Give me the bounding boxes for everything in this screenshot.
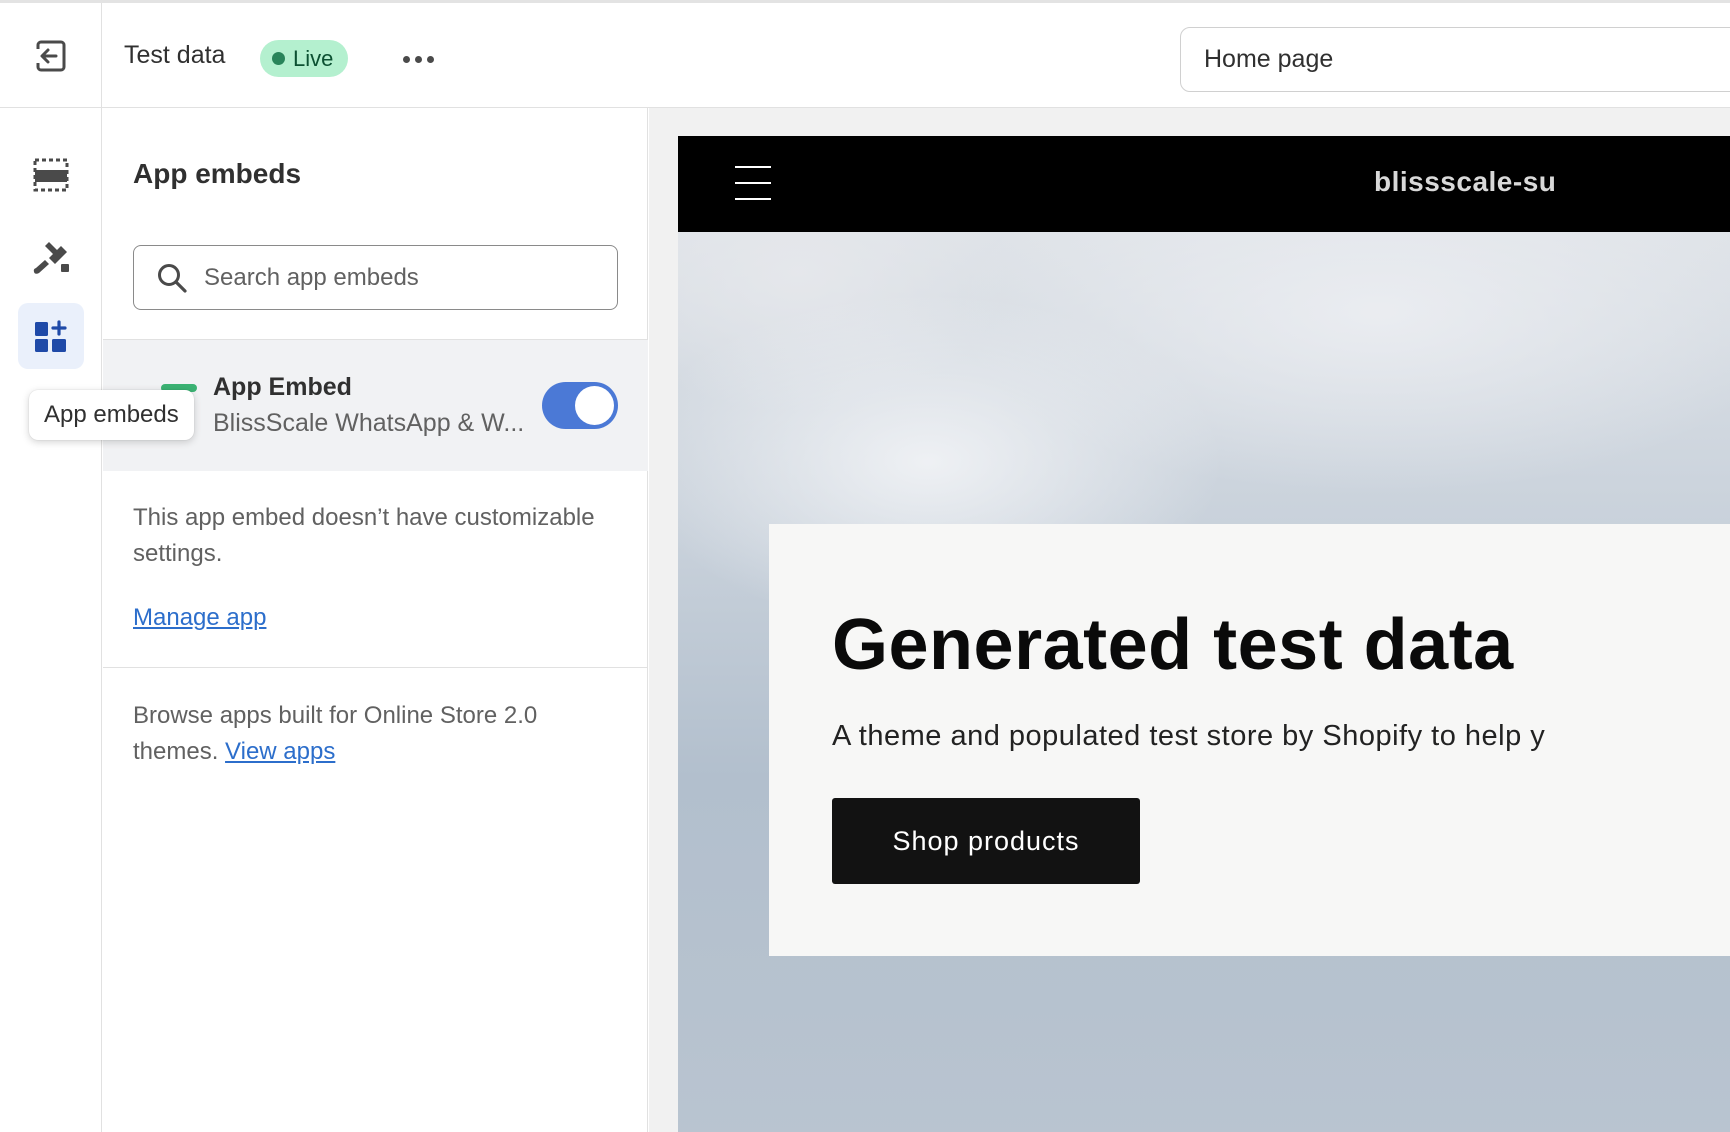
app-embeds-tooltip: App embeds [29, 390, 194, 440]
theme-settings-brush-icon [33, 242, 69, 274]
search-icon [158, 263, 187, 293]
live-dot-icon [272, 52, 285, 65]
more-actions-button[interactable] [396, 41, 440, 77]
browse-apps-text: Browse apps built for Online Store 2.0 t… [133, 698, 613, 770]
exit-icon [34, 40, 65, 71]
app-embeds-panel: App embeds App Embed BlissScale WhatsApp… [103, 108, 648, 1132]
app-embed-subtitle: BlissScale WhatsApp & W... [213, 409, 525, 437]
theme-name: Test data [124, 41, 226, 69]
live-status-badge: Live [260, 40, 349, 77]
sections-icon [33, 158, 69, 192]
menu-icon[interactable] [735, 166, 771, 200]
rail-app-embeds-button[interactable] [18, 303, 84, 369]
page-selector-value: Home page [1204, 45, 1334, 73]
store-frame: blissscale-su Generated test data A them… [678, 136, 1730, 1132]
store-header: blissscale-su [678, 136, 1730, 232]
more-dot-icon [414, 55, 422, 63]
search-input[interactable] [204, 263, 584, 292]
app-embed-title: App Embed [213, 373, 352, 401]
app-embeds-icon [35, 320, 67, 352]
app-embed-toggle[interactable] [542, 382, 618, 429]
hero-card: Generated test data A theme and populate… [769, 524, 1730, 956]
store-name[interactable]: blissscale-su [1374, 166, 1556, 198]
more-dot-icon [402, 55, 410, 63]
rail-theme-settings-button[interactable] [18, 223, 84, 289]
toggle-knob [575, 386, 614, 425]
panel-title: App embeds [133, 158, 302, 189]
no-settings-text: This app embed doesn’t have customizable… [133, 504, 595, 567]
rail-sections-button[interactable] [18, 142, 84, 208]
more-dot-icon [426, 55, 434, 63]
hero-title: Generated test data [832, 605, 1514, 685]
divider [103, 667, 648, 668]
search-box[interactable] [133, 245, 618, 310]
left-rail [0, 108, 102, 1132]
hero-subtitle: A theme and populated test store by Shop… [832, 720, 1546, 752]
store-preview: blissscale-su Generated test data A them… [649, 108, 1730, 1132]
hero-banner: Generated test data A theme and populate… [678, 232, 1730, 1132]
manage-app-link[interactable]: Manage app [133, 604, 266, 632]
page-selector[interactable]: Home page [1180, 27, 1730, 92]
shop-products-button[interactable]: Shop products [832, 798, 1140, 884]
live-status-label: Live [293, 45, 334, 71]
view-apps-link[interactable]: View apps [225, 738, 335, 765]
exit-editor-button[interactable] [0, 3, 102, 108]
top-bar: Test data Live Home page [0, 0, 1730, 108]
